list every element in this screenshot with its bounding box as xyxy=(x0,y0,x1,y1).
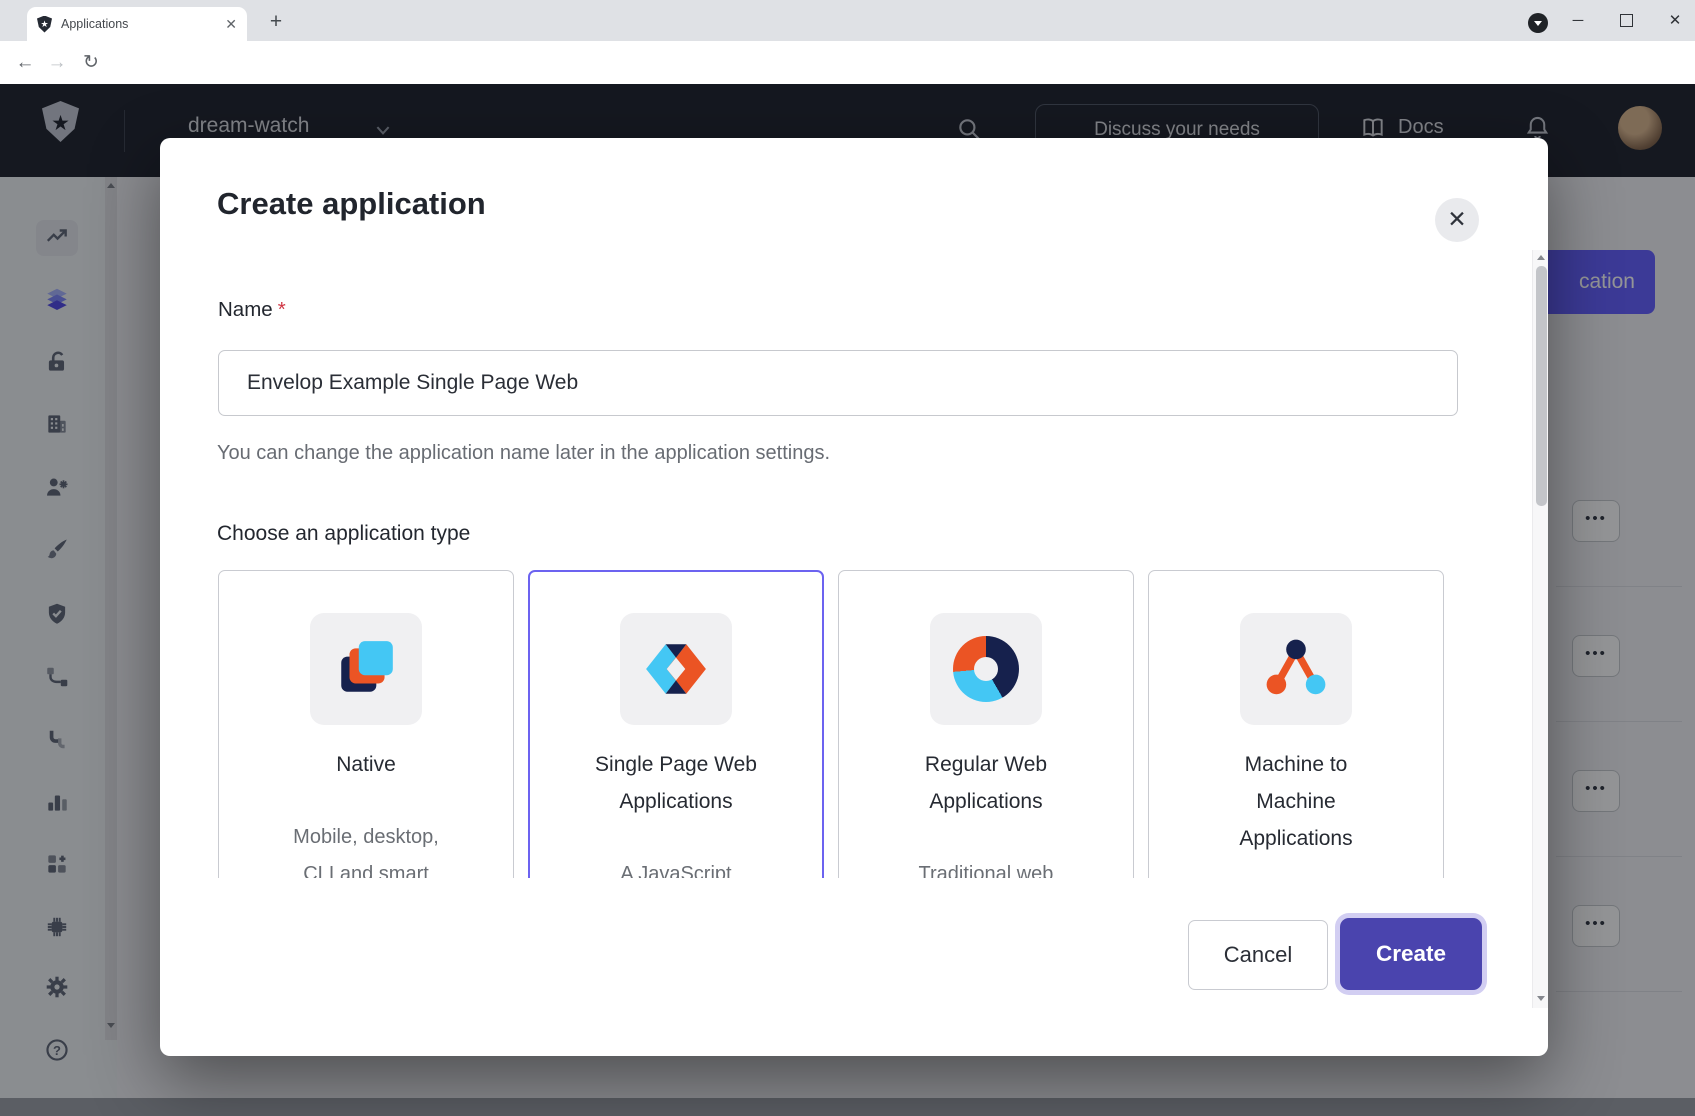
back-button[interactable]: ← xyxy=(12,50,38,76)
window-close-button[interactable]: ✕ xyxy=(1660,8,1690,34)
card-machine-to-machine[interactable]: Machine to Machine Applications xyxy=(1148,570,1444,878)
browser-toolbar: ← → ↻ manage.auth0.com/dashboard/eu/drea… xyxy=(0,41,1695,84)
modal-scroll-thumb[interactable] xyxy=(1536,266,1547,506)
name-helper-text: You can change the application name late… xyxy=(217,442,830,465)
cancel-button[interactable]: Cancel xyxy=(1188,920,1328,990)
tab-close-icon[interactable]: ✕ xyxy=(225,16,237,33)
window-minimize-button[interactable]: ─ xyxy=(1563,8,1593,34)
regular-web-icon xyxy=(930,613,1042,725)
create-button[interactable]: Create xyxy=(1340,918,1482,990)
modal-title: Create application xyxy=(217,186,486,222)
forward-button: → xyxy=(44,50,70,76)
m2m-icon xyxy=(1240,613,1352,725)
window-maximize-button[interactable] xyxy=(1620,14,1633,27)
card-single-page-web[interactable]: Single Page Web Applications A JavaScrip… xyxy=(528,570,824,878)
application-name-input[interactable] xyxy=(218,350,1458,416)
new-tab-button[interactable]: + xyxy=(262,9,290,37)
native-icon xyxy=(310,613,422,725)
screen: { "browser": { "tab_title": "Application… xyxy=(0,0,1695,1116)
window-titlebar: ★ Applications ✕ + ─ ✕ xyxy=(0,0,1695,41)
modal-scrollbar[interactable] xyxy=(1532,250,1548,1008)
application-type-cards: Native Mobile, desktop, CLI and smart xyxy=(218,570,1444,878)
tab-title: Applications xyxy=(61,17,225,31)
auth0-favicon-icon: ★ xyxy=(37,16,52,33)
browser-update-icon[interactable] xyxy=(1528,13,1548,33)
spa-icon xyxy=(620,613,732,725)
modal-scroll-up-icon[interactable] xyxy=(1537,255,1545,260)
create-application-modal: Create application ✕ Name* You can chang… xyxy=(160,138,1548,1056)
modal-scroll-down-icon[interactable] xyxy=(1537,996,1545,1001)
name-label: Name* xyxy=(218,298,286,322)
card-native[interactable]: Native Mobile, desktop, CLI and smart xyxy=(218,570,514,878)
browser-tab[interactable]: ★ Applications ✕ xyxy=(27,7,247,41)
modal-close-button[interactable]: ✕ xyxy=(1435,198,1479,242)
required-asterisk: * xyxy=(278,298,286,321)
modal-scroll-area: Name* You can change the application nam… xyxy=(160,250,1532,878)
card-regular-web[interactable]: Regular Web Applications Traditional web xyxy=(838,570,1134,878)
reload-button[interactable]: ↻ xyxy=(78,50,104,76)
application-type-label: Choose an application type xyxy=(217,522,470,546)
